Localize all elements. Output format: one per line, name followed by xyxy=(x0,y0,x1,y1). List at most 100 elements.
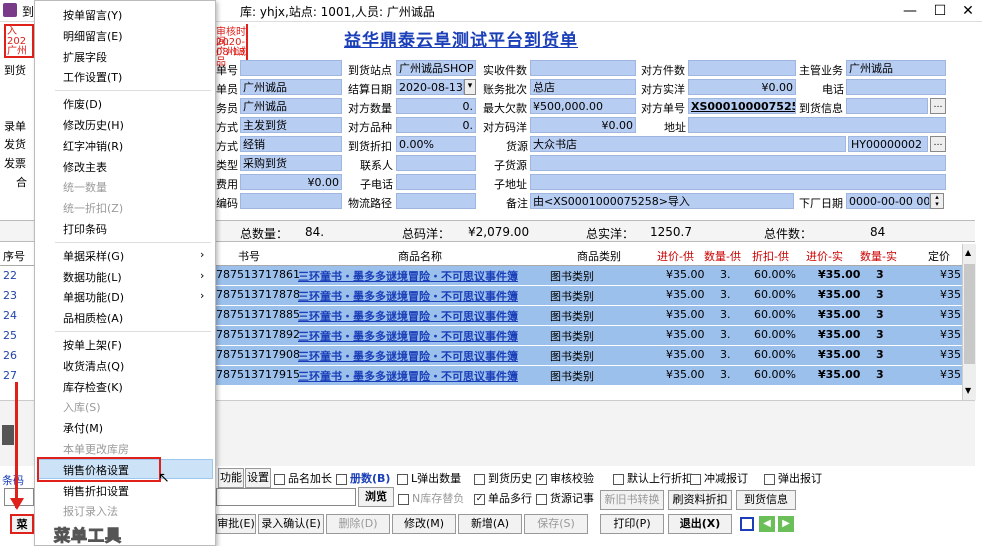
row-number[interactable]: 26 xyxy=(0,346,22,366)
option-checkbox[interactable]: 默认上行折扣 xyxy=(613,470,693,486)
menu-item[interactable]: 数据功能(L) xyxy=(63,269,122,285)
row-number[interactable]: 27 xyxy=(0,366,22,386)
option-checkbox[interactable]: 册数(B) xyxy=(336,470,390,486)
menu-item[interactable]: 打印条码 xyxy=(63,221,107,237)
form-field-peer-order-no[interactable]: XS0001000075258 xyxy=(688,98,796,114)
checkbox-icon[interactable] xyxy=(536,493,547,505)
col-header-price-actual[interactable]: 进价-实 xyxy=(806,248,843,264)
menu-item[interactable]: 收货清点(Q) xyxy=(63,358,124,374)
arrival-info-button[interactable]: 到货信息 xyxy=(736,490,796,510)
menu-item[interactable]: 扩展字段 xyxy=(63,49,107,65)
close-button[interactable]: ✕ xyxy=(958,2,978,20)
menu-item[interactable]: 按单留言(Y) xyxy=(63,7,122,23)
option-checkbox[interactable]: L弹出数量 xyxy=(397,470,461,486)
checkbox-icon[interactable] xyxy=(764,473,775,485)
option-checkbox[interactable]: ✓ 审核校验 xyxy=(536,470,594,486)
checkbox-icon[interactable] xyxy=(474,473,485,485)
form-field-peer-net[interactable]: ¥0.00 xyxy=(688,79,796,95)
add-button[interactable]: 新增(A) xyxy=(458,514,522,534)
browse-button[interactable]: 浏览 xyxy=(358,487,394,507)
entry-confirm-button[interactable]: 录入确认(E) xyxy=(258,514,324,534)
next-icon[interactable]: ▶ xyxy=(778,516,794,532)
col-header-discount-supply[interactable]: 折扣-供 xyxy=(752,248,789,264)
form-field-sale-mode[interactable]: 经销 xyxy=(240,136,342,152)
menu-button[interactable]: 菜 xyxy=(10,514,34,534)
menu-item[interactable]: 入库(S) xyxy=(63,399,101,415)
menu-item[interactable]: 作废(D) xyxy=(63,96,102,112)
form-field-manager[interactable]: 广州诚品 xyxy=(846,60,946,76)
form-field-remark[interactable]: 由<XS0001000075258>导入 xyxy=(530,193,794,209)
menu-item[interactable]: 销售折扣设置 xyxy=(63,483,129,499)
old-new-book-convert-button[interactable]: 新旧书转换 xyxy=(600,490,664,510)
function-button[interactable]: 功能 xyxy=(218,468,244,488)
checkbox-icon[interactable]: ✓ xyxy=(536,473,547,485)
form-field-contact[interactable] xyxy=(396,155,476,171)
checkbox-icon[interactable] xyxy=(274,473,285,485)
refresh-discount-button[interactable]: 刷资料折扣 xyxy=(668,490,732,510)
form-field-source[interactable]: 大众书店 xyxy=(530,136,846,152)
option-checkbox[interactable]: 冲减报订 xyxy=(690,470,748,486)
prev-icon[interactable]: ◀ xyxy=(759,516,775,532)
menu-item[interactable]: 统一折扣(Z) xyxy=(63,200,123,216)
menu-item[interactable]: 本单更改库房 xyxy=(63,441,129,457)
menu-item[interactable]: 明细留言(E) xyxy=(63,28,123,44)
menu-item[interactable]: 修改主表 xyxy=(63,159,107,175)
form-field-logistics[interactable] xyxy=(396,193,476,209)
col-header-price-supply[interactable]: 进价-供 xyxy=(657,248,694,264)
checkbox-icon[interactable] xyxy=(336,473,347,485)
scroll-thumb[interactable] xyxy=(964,264,975,364)
source-browse-button[interactable]: … xyxy=(930,136,946,152)
option-checkbox[interactable]: ✓ 单品多行 xyxy=(474,490,532,506)
form-field-max-debt[interactable]: ¥500,000.00 xyxy=(530,98,636,114)
form-field-sub-phone[interactable] xyxy=(396,174,476,190)
col-header-list-price[interactable]: 定价 xyxy=(928,248,950,264)
menu-item[interactable]: 统一数量 xyxy=(63,179,107,195)
option-checkbox[interactable]: 货源记事 xyxy=(536,490,594,506)
menu-item[interactable]: 库存检查(K) xyxy=(63,379,123,395)
modify-button[interactable]: 修改(M) xyxy=(392,514,456,534)
form-field-type[interactable]: 采购到货 xyxy=(240,155,342,171)
table-scrollbar[interactable]: ▲ ▼ xyxy=(962,244,976,400)
row-number[interactable]: 23 xyxy=(0,286,22,306)
col-header-category[interactable]: 商品类别 xyxy=(577,248,621,264)
form-field-settle-date[interactable]: 2020-08-13 xyxy=(396,79,464,95)
scroll-down-arrow[interactable]: ▼ xyxy=(965,386,971,395)
row-number[interactable]: 24 xyxy=(0,306,22,326)
form-field-fee[interactable]: ¥0.00 xyxy=(240,174,342,190)
checkbox-icon[interactable] xyxy=(398,493,409,505)
approve-button[interactable]: 审批(E) xyxy=(216,514,256,534)
form-field-code[interactable] xyxy=(240,193,342,209)
col-header-isbn[interactable]: 书号 xyxy=(238,248,260,264)
arrival-info-browse-button[interactable]: … xyxy=(930,98,946,114)
form-field-peer-qty[interactable]: 0. xyxy=(396,98,476,114)
minimize-button[interactable]: — xyxy=(900,2,920,20)
form-field-peer-pieces[interactable] xyxy=(688,60,796,76)
factory-date-spin[interactable]: ▴ ▾ xyxy=(930,193,944,209)
form-field-peer-list[interactable]: ¥0.00 xyxy=(530,117,636,133)
checkbox-icon[interactable] xyxy=(690,473,701,485)
checkbox-icon[interactable] xyxy=(613,473,624,485)
col-header-qty-supply[interactable]: 数量-供 xyxy=(704,248,741,264)
form-field-phone[interactable] xyxy=(846,79,946,95)
form-field-sub-source[interactable] xyxy=(530,155,946,171)
col-header-no[interactable]: 序号 xyxy=(3,248,25,264)
option-checkbox[interactable]: 到货历史 xyxy=(474,470,532,486)
form-field-order-no[interactable] xyxy=(240,60,342,76)
form-field-peer-kinds[interactable]: 0. xyxy=(396,117,476,133)
menu-item[interactable]: 修改历史(H) xyxy=(63,117,124,133)
form-field-salesman[interactable]: 广州诚品 xyxy=(240,98,342,114)
col-header-qty-actual[interactable]: 数量-实 xyxy=(860,248,897,264)
form-field-discount[interactable]: 0.00% xyxy=(396,136,476,152)
settle-date-dropdown[interactable]: ▾ xyxy=(464,79,476,95)
menu-item[interactable]: 单据采样(G) xyxy=(63,248,124,264)
scroll-up-arrow[interactable]: ▲ xyxy=(965,248,971,257)
menu-item[interactable]: 品相质检(A) xyxy=(63,310,123,326)
exit-button[interactable]: 退出(X) xyxy=(668,514,732,534)
print-button[interactable]: 打印(P) xyxy=(600,514,664,534)
form-field-factory-date[interactable]: 0000-00-00 00: xyxy=(846,193,930,209)
row-number[interactable]: 25 xyxy=(0,326,22,346)
product-input[interactable] xyxy=(216,488,356,506)
option-checkbox[interactable]: N库存替负 xyxy=(398,490,464,506)
form-field-address[interactable] xyxy=(688,117,946,133)
menu-item[interactable]: 按单上架(F) xyxy=(63,337,122,353)
